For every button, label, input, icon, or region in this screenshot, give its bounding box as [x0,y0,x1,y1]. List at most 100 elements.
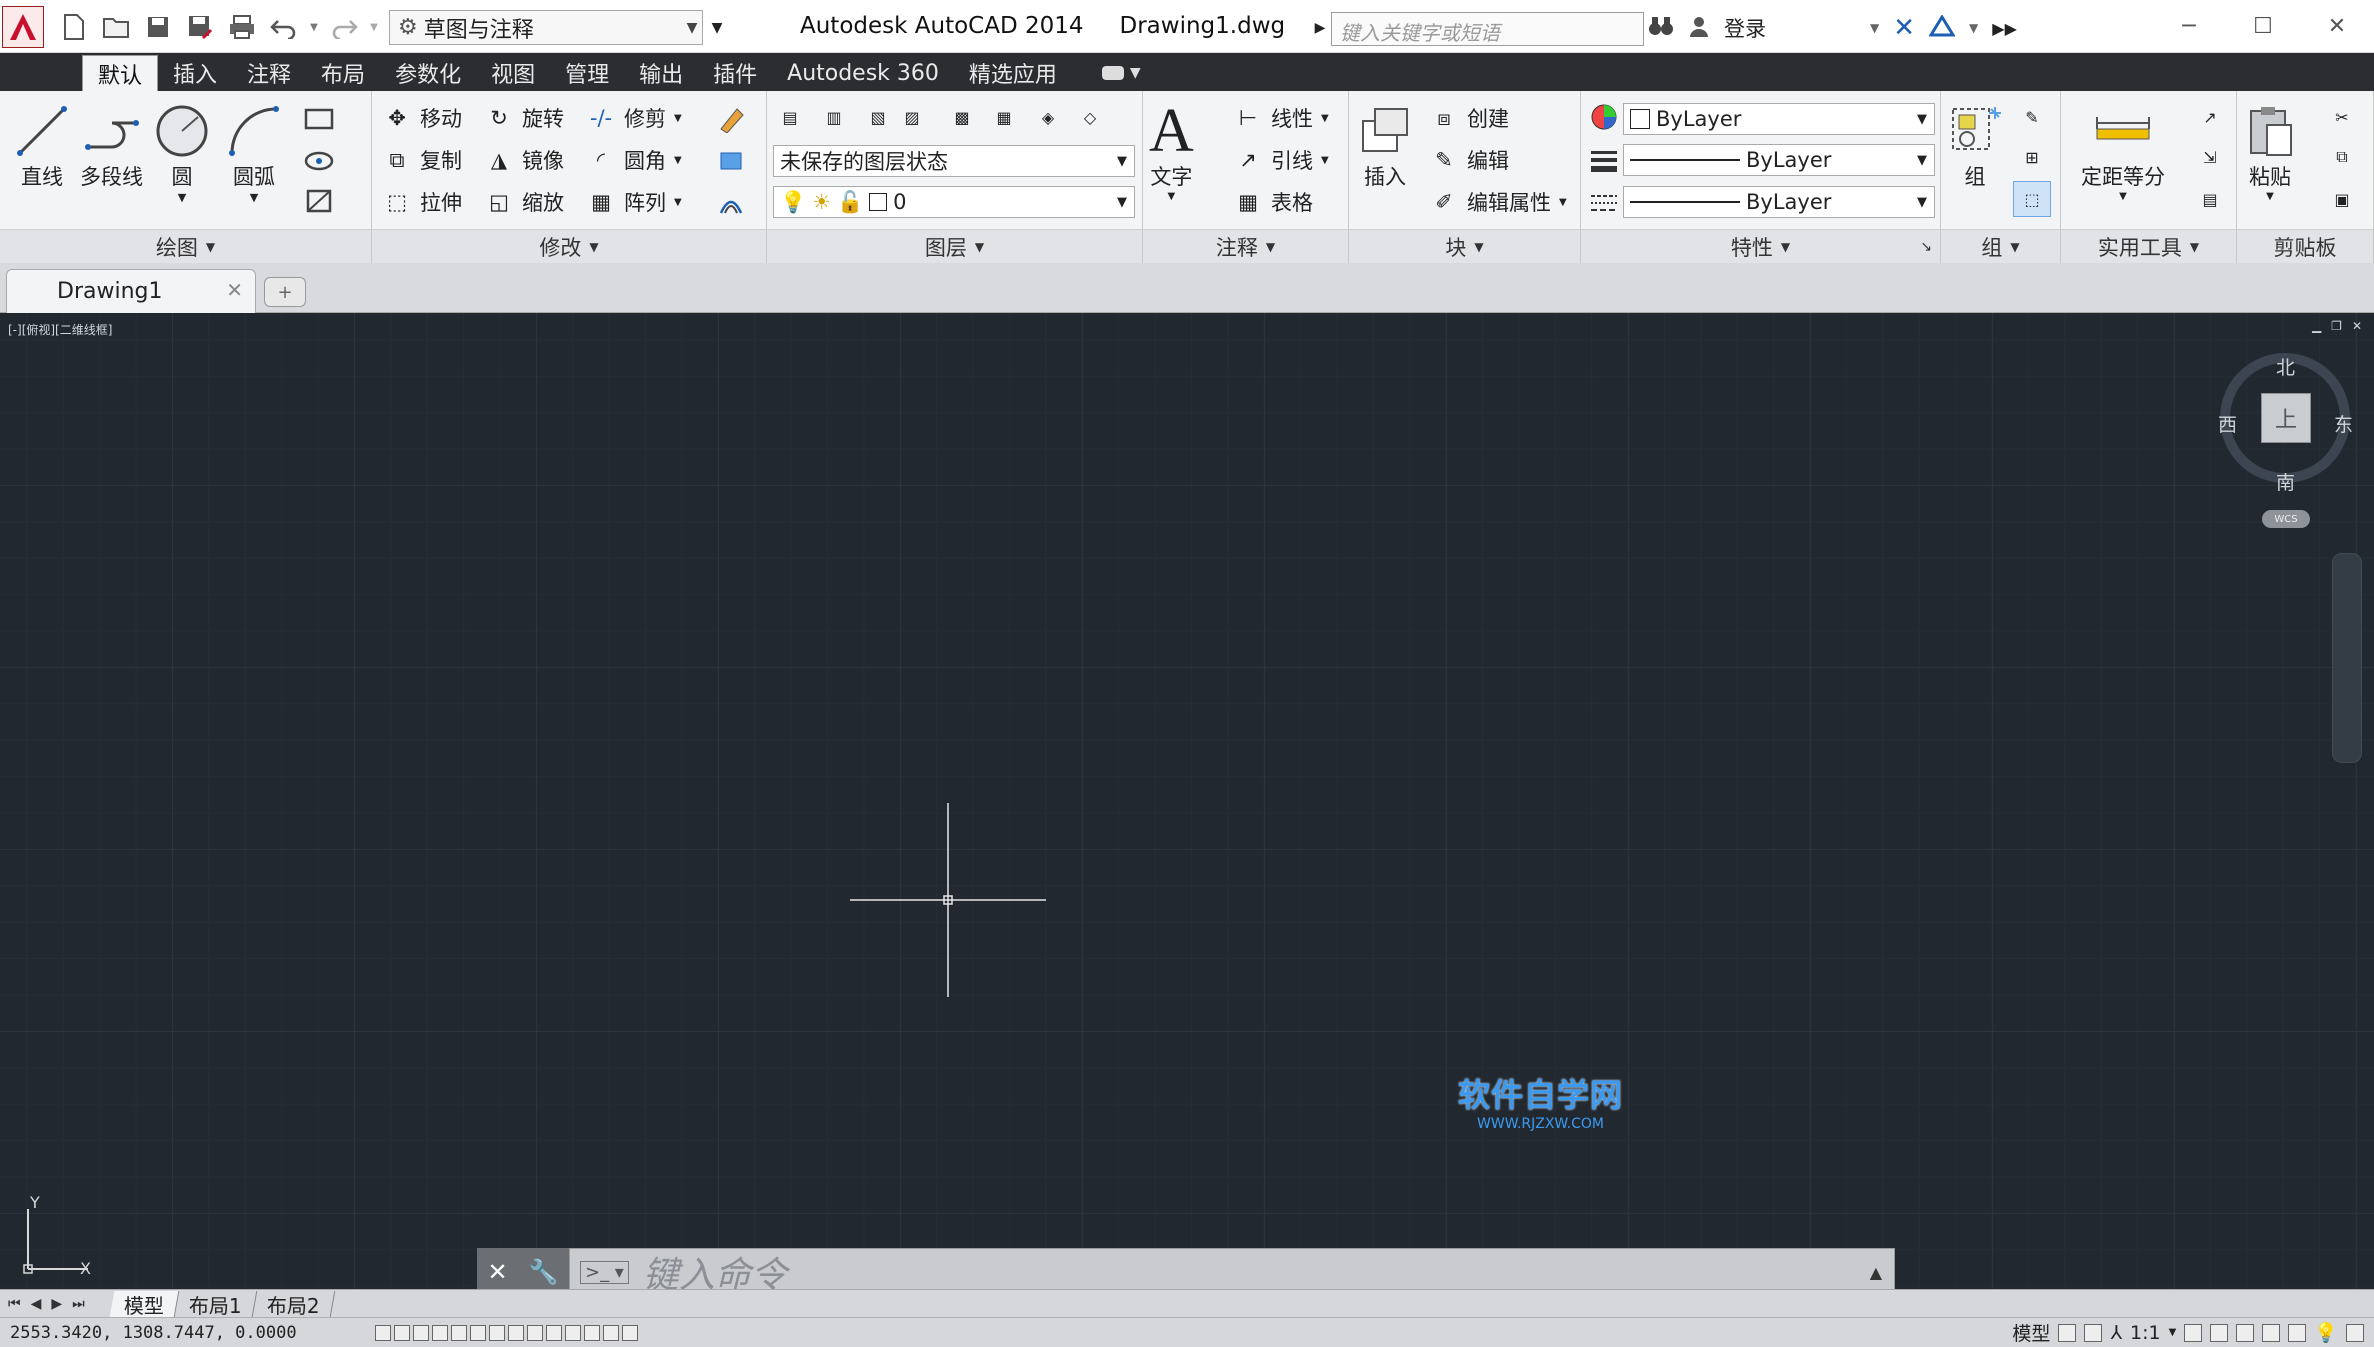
autodesk-360-icon[interactable] [1928,13,1956,42]
linetype-dropdown[interactable]: ByLayer ▼ [1623,186,1935,218]
compass-east[interactable]: 东 [2334,410,2353,437]
compass-north[interactable]: 北 [2276,353,2295,380]
properties-panel-title[interactable]: 特性 ▼ ↘ [1581,229,1940,263]
tab-output[interactable]: 输出 [624,55,698,91]
scale-button[interactable]: ◱ 缩放 [484,185,564,219]
linear-dimension-button[interactable]: ⊢ 线性 ▼ [1233,101,1329,135]
table-button[interactable]: ▦ 表格 [1233,185,1313,219]
command-history-icon[interactable]: ▲ [1870,1263,1882,1282]
tab-default[interactable]: 默认 [82,55,159,91]
ungroup-icon[interactable]: ✎ [2013,99,2051,135]
minimize-icon[interactable]: ─ [2152,0,2226,53]
lock-ui-icon[interactable] [2262,1323,2281,1342]
workspace-switching-icon[interactable] [2236,1323,2255,1342]
chevron-down-icon[interactable]: ▼ [2266,191,2274,202]
model-space-button[interactable]: 模型 [2012,1319,2050,1346]
calculator-icon[interactable]: ▤ [2191,181,2229,217]
annotation-scale-value[interactable]: 1:1 [2130,1322,2161,1344]
viewport-restore-icon[interactable]: ❐ [2331,319,2342,333]
infer-constraints-toggle[interactable] [375,1324,391,1341]
utilities-panel-title[interactable]: 实用工具 ▼ [2061,229,2236,263]
chevron-down-icon[interactable]: ▼ [1168,191,1176,202]
transparency-toggle[interactable] [584,1324,600,1341]
ortho-mode-toggle[interactable] [432,1324,448,1341]
open-folder-icon[interactable] [98,10,134,44]
snap-mode-toggle[interactable] [394,1324,410,1341]
text-button[interactable]: A 文字 ▼ [1149,97,1194,203]
create-block-button[interactable]: ⧈ 创建 [1429,101,1509,135]
move-button[interactable]: ✥ 移动 [382,101,462,135]
application-menu-button[interactable] [2,6,44,48]
chevron-down-icon[interactable]: ▼ [674,113,682,124]
viewport-minimize-icon[interactable]: ▁ [2312,319,2321,333]
close-icon[interactable]: ✕ [488,1258,508,1286]
compass-south[interactable]: 南 [2276,468,2295,495]
help-dropdown-icon[interactable]: ▼ [1969,21,1978,35]
layout-tab-model[interactable]: 模型 [109,1290,180,1317]
chevron-down-icon[interactable]: ▼ [674,197,682,208]
hatch-icon[interactable] [300,143,338,179]
explode-icon[interactable] [712,143,750,179]
wrench-icon[interactable]: 🔧 [529,1258,559,1286]
customize-qat-button[interactable]: ▼ [706,10,728,45]
chevron-down-icon[interactable]: ▼ [674,155,682,166]
login-dropdown-icon[interactable]: ▼ [1870,21,1879,35]
drawing-canvas[interactable]: [-][俯视][二维线框] ▁ ❐ ✕ 上 北 南 西 东 WCS 软件自学网 … [0,313,2374,1296]
tab-plugins[interactable]: 插件 [698,55,772,91]
tab-autodesk-360[interactable]: Autodesk 360 [772,55,954,91]
erase-icon[interactable] [712,101,750,137]
chevron-down-icon[interactable]: ▼ [250,191,258,204]
layer-properties-icon[interactable]: ▤ [771,99,809,135]
layer-state-dropdown[interactable]: 未保存的图层状态 ▼ [773,145,1135,177]
login-button[interactable]: 登录 [1724,13,1766,43]
cut-icon[interactable]: ✂ [2323,99,2361,135]
match-properties-icon[interactable] [1585,99,1623,135]
tab-parametric[interactable]: 参数化 [380,55,476,91]
object-snap-tracking-toggle[interactable] [508,1324,524,1341]
exchange-icon[interactable]: ✕ [1893,13,1915,43]
workspace-selector[interactable]: ⚙ 草图与注释 ▼ [389,10,703,45]
copy-button[interactable]: ⧉ 复制 [382,143,463,177]
tab-featured-apps[interactable]: 精选应用 [954,55,1072,91]
ribbon-minimize-button[interactable]: ▼ [1101,65,1141,81]
chevron-down-icon[interactable]: ▼ [2169,1327,2177,1338]
group-button[interactable]: 组 [1947,101,2003,191]
fillet-button[interactable]: ◜ 圆角 ▼ [586,143,682,177]
edit-block-button[interactable]: ✎ 编辑 [1429,143,1509,177]
selection-cycling-toggle[interactable] [622,1324,638,1341]
search-expand-button[interactable]: ▶ [1310,13,1330,43]
lineweight-toggle[interactable] [565,1324,581,1341]
quick-view-layouts-icon[interactable] [2058,1323,2077,1342]
chevron-down-icon[interactable]: ▼ [1321,113,1329,124]
autoscale-icon[interactable] [2210,1323,2229,1342]
tab-annotate[interactable]: 注释 [232,55,306,91]
command-prompt-icon[interactable]: >_ ▾ [580,1260,629,1284]
close-icon[interactable]: ✕ [2300,0,2374,53]
layers-panel-title[interactable]: 图层 ▼ [767,229,1142,263]
rotate-button[interactable]: ↻ 旋转 [484,101,564,135]
viewcube-top-face[interactable]: 上 [2261,393,2311,443]
layout-tab-layout1[interactable]: 布局1 [174,1290,258,1317]
new-tab-button[interactable]: + [264,277,306,307]
tab-insert[interactable]: 插入 [158,55,232,91]
prev-layout-icon[interactable]: ◀ [31,1296,42,1312]
new-file-icon[interactable] [56,10,92,44]
annotation-scale-icon[interactable]: ⅄ [2110,1322,2122,1344]
polyline-button[interactable]: 多段线 [80,101,143,191]
save-as-icon[interactable] [182,10,218,44]
last-layout-icon[interactable]: ⏭ [72,1296,85,1312]
arc-button[interactable]: 圆弧 ▼ [226,101,282,204]
group-edit-icon[interactable]: ⊞ [2013,139,2051,175]
draw-panel-title[interactable]: 绘图 ▼ [0,229,371,263]
save-icon[interactable] [140,10,176,44]
layer-match-icon[interactable]: ◈ [1029,99,1067,135]
insert-block-button[interactable]: 插入 [1357,101,1413,191]
edit-attributes-button[interactable]: ✐ 编辑属性 ▼ [1429,185,1567,219]
chevron-down-icon[interactable]: ▼ [2119,191,2127,202]
viewport-label[interactable]: [-][俯视][二维线框] [8,321,112,338]
layer-states-icon[interactable]: ▥ [815,99,853,135]
isolate-objects-icon[interactable]: 💡 [2314,1321,2338,1344]
search-input[interactable]: 键入关键字或短语 [1331,12,1644,46]
viewport-close-icon[interactable]: ✕ [2352,319,2362,333]
print-icon[interactable] [224,10,260,44]
